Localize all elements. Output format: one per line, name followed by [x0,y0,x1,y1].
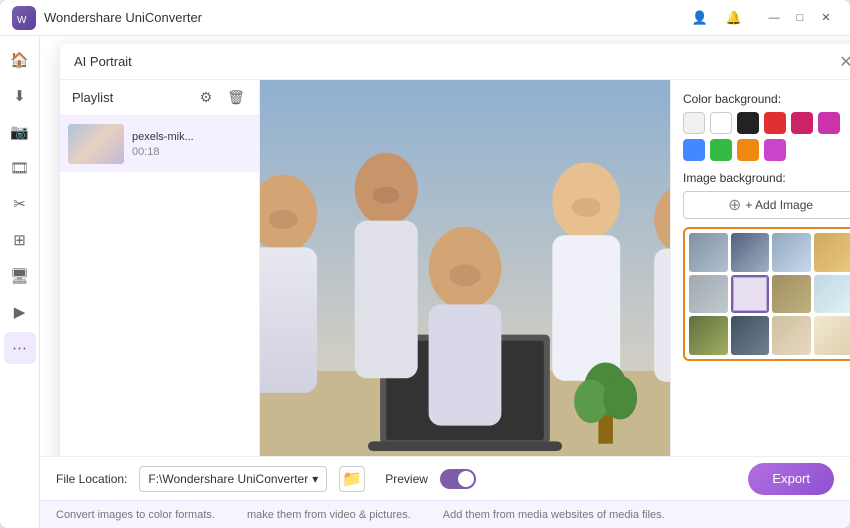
ticker-item-2: make them from video & pictures. [231,509,427,521]
color-grid [683,112,850,161]
dialog-header: AI Portrait ✕ [60,44,850,80]
close-button[interactable]: ✕ [814,6,838,30]
window-controls: — □ ✕ [762,6,838,30]
main-layout: 🏠 ⬇ 📷 🎞 ✂ ⊞ 🖥 ▶ ⋯ AI Portrait ✕ [0,36,850,528]
sidebar-more[interactable]: ⋯ [4,332,36,364]
color-swatch-orange[interactable] [737,139,759,161]
bg-image-8[interactable] [814,275,850,314]
color-swatch-pink[interactable] [791,112,813,134]
playlist-settings-button[interactable]: ⚙ [195,87,217,109]
bg-image-6[interactable] [731,275,770,314]
bg-image-5[interactable] [689,275,728,314]
app-window: W Wondershare UniConverter 👤 🔔 — □ ✕ 🏠 ⬇… [0,0,850,528]
right-panel: Color background: [670,80,850,456]
bottom-ticker: Convert images to color formats. make th… [40,500,850,528]
sidebar-video[interactable]: 🎞 [4,152,36,184]
dialog-close-button[interactable]: ✕ [836,52,850,72]
bg-image-11[interactable] [772,316,811,355]
content-area: AI Portrait ✕ Playlist ⚙ 🗑 [40,36,850,528]
playlist-title: Playlist [72,90,195,105]
dialog-container: AI Portrait ✕ Playlist ⚙ 🗑 [40,36,850,456]
file-location-label: File Location: [56,472,127,486]
playlist-item-duration: 00:18 [132,146,251,158]
playlist-thumb-image [68,124,124,164]
add-image-plus-icon: ⊕ [728,195,741,215]
dropdown-arrow-icon: ▾ [312,472,318,486]
video-preview [260,80,670,456]
dialog-title: AI Portrait [74,54,836,69]
title-bar: W Wondershare UniConverter 👤 🔔 — □ ✕ [0,0,850,36]
color-swatch-green[interactable] [710,139,732,161]
bg-image-7[interactable] [772,275,811,314]
color-bg-section: Color background: [683,92,850,161]
video-panel: ⏮ ▶ ⏭ 00:00:05 / 00:00: [260,80,670,456]
minimize-button[interactable]: — [762,6,786,30]
bottom-bar: File Location: F:\Wondershare UniConvert… [40,456,850,500]
toggle-knob [458,471,474,487]
image-bg-section: Image background: ⊕ + Add Image [683,171,850,361]
sidebar-grid[interactable]: ⊞ [4,224,36,256]
bg-image-9[interactable] [689,316,728,355]
image-bg-label: Image background: [683,171,850,185]
playlist-item-info: pexels-mik... 00:18 [132,131,251,158]
image-grid [689,233,850,355]
playlist-item[interactable]: pexels-mik... 00:18 [60,116,259,172]
playlist-header: Playlist ⚙ 🗑 [60,80,259,116]
folder-button[interactable]: 📁 [339,466,365,492]
bg-image-4[interactable] [814,233,850,272]
preview-toggle[interactable] [440,469,476,489]
add-image-button[interactable]: ⊕ + Add Image [683,191,850,219]
file-path-button[interactable]: F:\Wondershare UniConverter ▾ [139,466,327,492]
title-bar-actions: 👤 🔔 — □ ✕ [686,4,838,32]
ticker-item-1: Convert images to color formats. [40,509,231,521]
sidebar-home[interactable]: 🏠 [4,44,36,76]
playlist-delete-button[interactable]: 🗑 [225,87,247,109]
sidebar-photo[interactable]: 📷 [4,116,36,148]
bg-image-10[interactable] [731,316,770,355]
file-path-text: F:\Wondershare UniConverter [148,472,308,486]
playlist-panel: Playlist ⚙ 🗑 [60,80,260,456]
account-button[interactable]: 👤 [686,4,714,32]
sidebar-play[interactable]: ▶ [4,296,36,328]
sidebar-download[interactable]: ⬇ [4,80,36,112]
color-swatch-blue[interactable] [683,139,705,161]
sidebar: 🏠 ⬇ 📷 🎞 ✂ ⊞ 🖥 ▶ ⋯ [0,36,40,528]
add-image-label: + Add Image [745,198,813,212]
app-logo: W [12,6,36,30]
maximize-button[interactable]: □ [788,6,812,30]
color-swatch-black[interactable] [737,112,759,134]
app-title: Wondershare UniConverter [44,10,686,25]
color-swatch-purple[interactable] [764,139,786,161]
image-grid-wrapper [683,227,850,361]
notification-button[interactable]: 🔔 [720,4,748,32]
color-swatch-light-gray[interactable] [683,112,705,134]
bg-image-3[interactable] [772,233,811,272]
playlist-header-actions: ⚙ 🗑 [195,87,247,109]
bg-image-2[interactable] [731,233,770,272]
sidebar-screen[interactable]: 🖥 [4,260,36,292]
video-scene [260,80,670,456]
sidebar-cut[interactable]: ✂ [4,188,36,220]
preview-label: Preview [385,472,428,486]
dialog-body: Playlist ⚙ 🗑 [60,80,850,456]
color-swatch-white[interactable] [710,112,732,134]
svg-text:W: W [17,15,27,25]
export-button[interactable]: Export [748,463,834,495]
color-swatch-magenta[interactable] [818,112,840,134]
color-bg-label: Color background: [683,92,850,106]
video-scene-svg [260,80,670,456]
ticker-item-3: Add them from media websites of media fi… [427,509,681,521]
folder-icon: 📁 [342,469,362,489]
color-swatch-red[interactable] [764,112,786,134]
playlist-thumbnail [68,124,124,164]
bg-image-1[interactable] [689,233,728,272]
ai-portrait-dialog: AI Portrait ✕ Playlist ⚙ 🗑 [60,44,850,456]
playlist-item-name: pexels-mik... [132,131,251,143]
bg-image-12[interactable] [814,316,850,355]
